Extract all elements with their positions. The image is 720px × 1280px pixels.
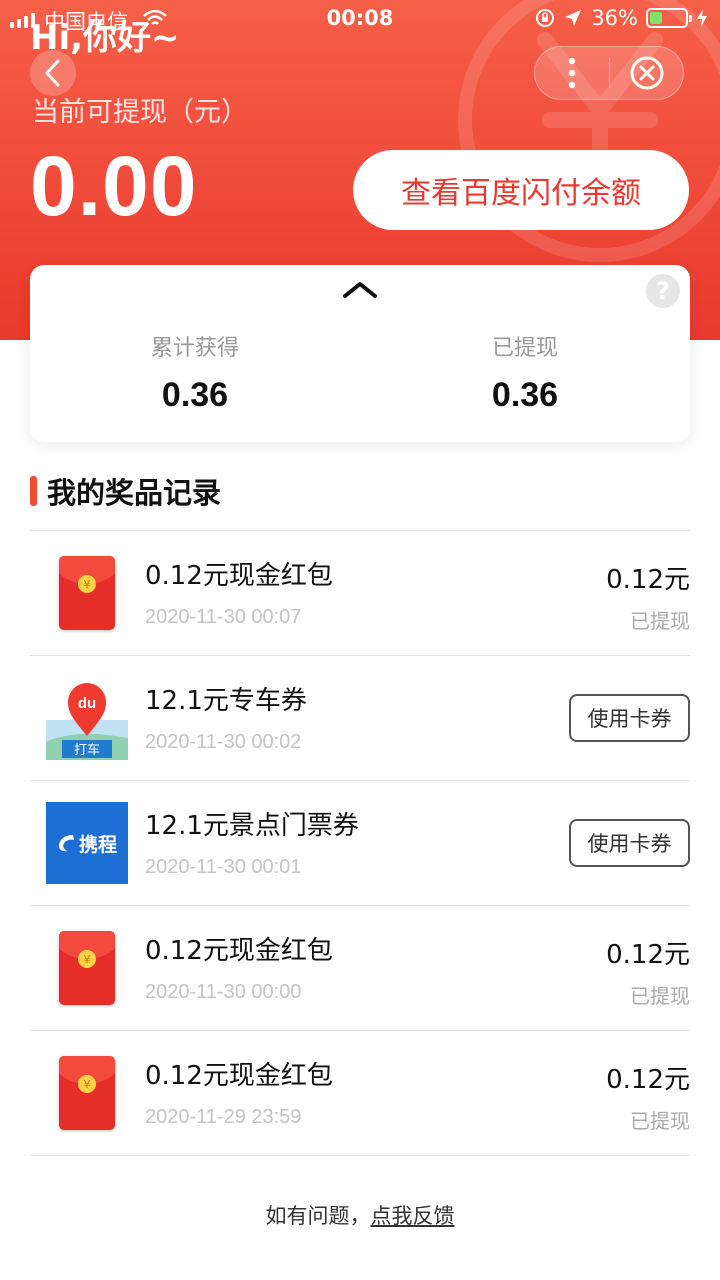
mini-program-capsule: [534, 46, 684, 100]
red-envelope-icon: ¥: [59, 556, 115, 630]
didi-logo-subtext: 打车: [74, 742, 100, 758]
list-item[interactable]: ¥ 0.12元现金红包 2020-11-30 00:00 0.12元 已提现: [30, 906, 690, 1031]
feedback-footer: 如有问题，点我反馈: [0, 1200, 720, 1230]
close-circle-icon: [630, 56, 663, 90]
more-button[interactable]: [535, 47, 609, 99]
record-date: 2020-11-30 00:01: [145, 856, 302, 878]
total-earned-stat: 累计获得 0.36: [30, 330, 360, 415]
record-title: 0.12元现金红包: [145, 561, 333, 591]
use-coupon-button[interactable]: 使用卡券: [569, 694, 690, 742]
ctrip-logo-icon: 携程: [46, 802, 128, 884]
close-button[interactable]: [610, 47, 683, 99]
record-status: 已提现: [630, 984, 690, 1008]
total-earned-value: 0.36: [161, 376, 229, 414]
summary-card: ? 累计获得 0.36 已提现 0.36: [30, 265, 690, 442]
record-date: 2020-11-30 00:07: [145, 606, 302, 628]
withdrawable-amount: 0.00: [30, 139, 198, 233]
feedback-prefix: 如有问题，: [265, 1204, 371, 1228]
view-balance-button[interactable]: 查看百度闪付余额: [353, 150, 689, 230]
withdrawable-label: 当前可提现（元）: [32, 97, 248, 128]
battery-level: [650, 12, 663, 24]
battery-percent: 36%: [591, 6, 638, 30]
withdrawn-label: 已提现: [491, 336, 558, 361]
record-date: 2020-11-30 00:02: [145, 731, 302, 753]
chevron-up-icon[interactable]: [342, 277, 378, 301]
record-amount: 0.12元: [606, 1065, 690, 1095]
more-vertical-icon: [568, 57, 576, 89]
list-item[interactable]: ¥ 0.12元现金红包 2020-11-29 23:59 0.12元 已提现: [30, 1031, 690, 1156]
record-title: 12.1元专车券: [145, 686, 307, 716]
ctrip-logo-text: 携程: [78, 833, 117, 856]
list-item[interactable]: ¥ 0.12元现金红包 2020-11-30 00:07 0.12元 已提现: [30, 531, 690, 656]
records-title: 我的奖品记录: [47, 476, 222, 510]
charging-icon: [697, 9, 707, 27]
chevron-left-icon: [45, 59, 60, 87]
record-status: 已提现: [630, 609, 690, 633]
records-section-title: 我的奖品记录: [30, 470, 221, 512]
total-earned-label: 累计获得: [150, 336, 239, 361]
record-title: 0.12元现金红包: [145, 1061, 333, 1091]
help-icon[interactable]: ?: [646, 274, 680, 308]
didi-logo-text: du: [78, 695, 96, 712]
record-date: 2020-11-30 00:00: [145, 981, 302, 1003]
withdrawn-value: 0.36: [491, 376, 559, 414]
dolphin-icon: [58, 835, 74, 852]
record-amount: 0.12元: [606, 940, 690, 970]
use-coupon-button[interactable]: 使用卡券: [569, 819, 690, 867]
battery-icon: [646, 8, 692, 28]
feedback-link[interactable]: 点我反馈: [371, 1204, 455, 1228]
location-arrow-icon: [565, 10, 582, 26]
record-status: 已提现: [630, 1109, 690, 1133]
red-envelope-icon: ¥: [59, 1056, 115, 1130]
record-title: 12.1元景点门票券: [145, 811, 359, 841]
didi-ride-icon: du 打车: [46, 683, 128, 760]
list-item[interactable]: du 打车 12.1元专车券 2020-11-30 00:02 使用卡券: [30, 656, 690, 781]
section-accent-bar: [30, 476, 37, 506]
rotation-lock-icon: [536, 9, 555, 27]
red-envelope-icon: ¥: [59, 931, 115, 1005]
record-amount: 0.12元: [606, 565, 690, 595]
prize-record-list: ¥ 0.12元现金红包 2020-11-30 00:07 0.12元 已提现 d…: [30, 530, 690, 1156]
record-title: 0.12元现金红包: [145, 936, 333, 966]
record-date: 2020-11-29 23:59: [145, 1106, 302, 1128]
withdrawn-stat: 已提现 0.36: [360, 330, 690, 415]
list-item[interactable]: 携程 12.1元景点门票券 2020-11-30 00:01 使用卡券: [30, 781, 690, 906]
